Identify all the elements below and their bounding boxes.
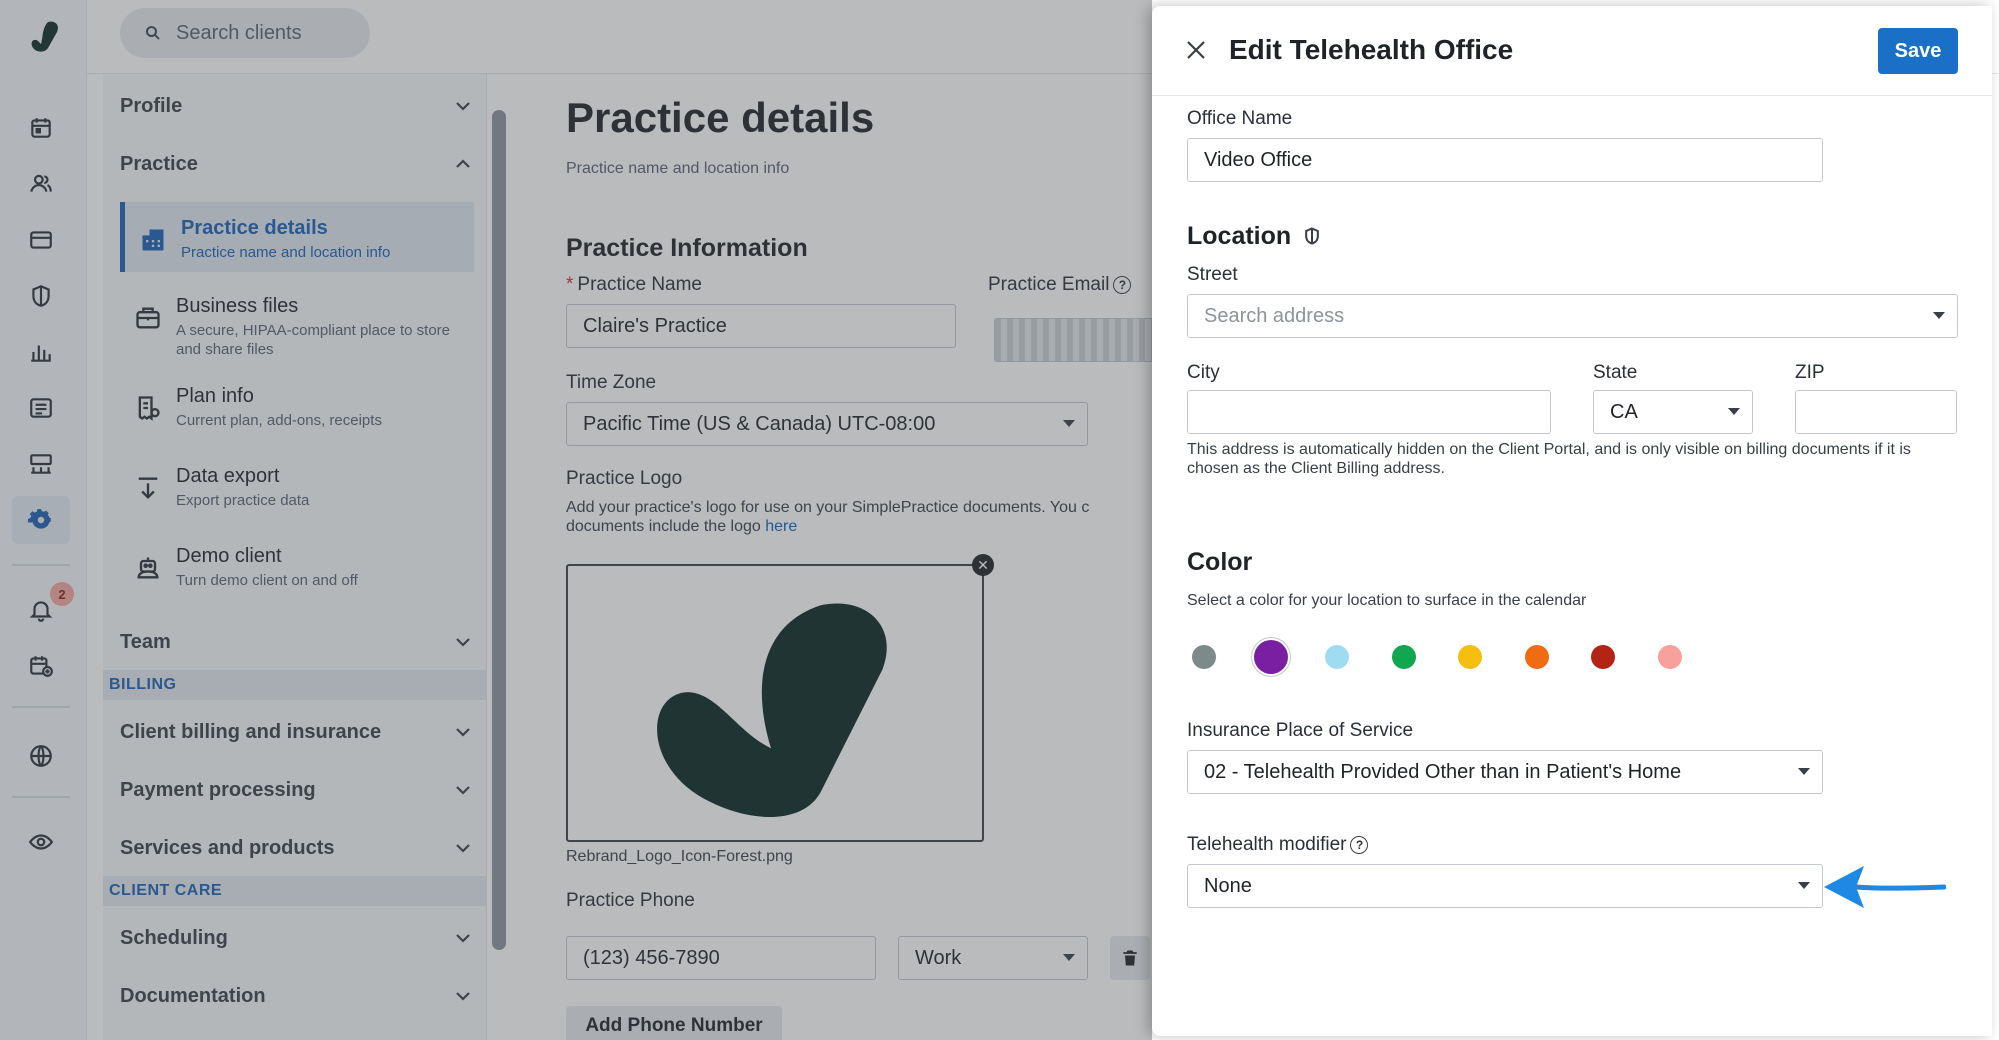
state-label: State <box>1593 362 1638 383</box>
zip-input[interactable] <box>1795 390 1957 434</box>
close-icon[interactable] <box>1184 38 1208 62</box>
caret-down-icon <box>1798 768 1810 775</box>
place-of-service-select[interactable]: 02 - Telehealth Provided Other than in P… <box>1187 750 1823 794</box>
drawer-header: Edit Telehealth Office Save <box>1152 6 1992 96</box>
zip-label: ZIP <box>1795 362 1825 383</box>
caret-down-icon <box>1798 882 1810 889</box>
shield-icon <box>1305 227 1319 245</box>
save-button[interactable]: Save <box>1878 28 1958 74</box>
color-description: Select a color for your location to surf… <box>1187 592 1587 609</box>
caret-down-icon <box>1728 408 1740 415</box>
office-name-input[interactable]: Video Office <box>1187 138 1823 182</box>
address-note: This address is automatically hidden on … <box>1187 441 1911 477</box>
location-heading: Location <box>1187 222 1322 251</box>
place-of-service-label: Insurance Place of Service <box>1187 720 1414 741</box>
help-icon[interactable]: ? <box>1350 835 1369 854</box>
state-value: CA <box>1610 400 1638 423</box>
color-swatch[interactable] <box>1524 645 1549 669</box>
pointer-arrow-icon <box>1824 866 1946 908</box>
caret-down-icon <box>1933 312 1945 319</box>
telehealth-modifier-value: None <box>1204 874 1252 897</box>
street-search-input[interactable]: Search address <box>1187 294 1958 338</box>
color-swatch[interactable] <box>1657 645 1682 669</box>
color-swatch[interactable] <box>1253 640 1288 674</box>
city-label: City <box>1187 362 1220 383</box>
office-name-label: Office Name <box>1187 108 1293 129</box>
color-swatch[interactable] <box>1192 645 1216 669</box>
telehealth-modifier-select[interactable]: None <box>1187 864 1823 908</box>
color-swatch[interactable] <box>1391 645 1416 669</box>
color-heading: Color <box>1187 548 1253 576</box>
drawer-title: Edit Telehealth Office <box>1229 34 1514 65</box>
city-input[interactable] <box>1187 390 1551 434</box>
color-swatch[interactable] <box>1325 645 1349 669</box>
telehealth-modifier-label: Telehealth modifier? <box>1187 834 1369 856</box>
modal-overlay[interactable] <box>0 0 1152 1040</box>
street-label: Street <box>1187 264 1238 285</box>
place-of-service-value: 02 - Telehealth Provided Other than in P… <box>1204 760 1682 783</box>
street-placeholder: Search address <box>1204 304 1345 327</box>
color-swatch[interactable] <box>1591 645 1615 669</box>
state-select[interactable]: CA <box>1593 390 1753 434</box>
color-swatch[interactable] <box>1458 645 1482 669</box>
